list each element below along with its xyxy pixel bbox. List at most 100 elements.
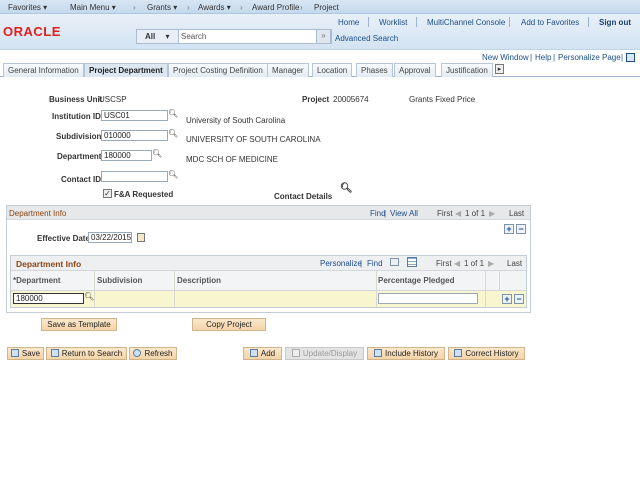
save-button[interactable]: Save [7, 347, 44, 360]
grid-icon[interactable] [626, 53, 635, 62]
search-go-button[interactable]: » [316, 29, 331, 44]
crumb-awards[interactable]: Awards ▾ [198, 3, 231, 12]
include-history-icon [374, 349, 383, 357]
view-in-window-icon[interactable] [390, 258, 399, 266]
section-header: Department Info Find | View All First ◀ … [7, 206, 530, 220]
lookup-icon[interactable]: 🔍︎ [152, 149, 162, 158]
copy-project-button[interactable]: Copy Project [192, 318, 266, 331]
divider [94, 291, 95, 307]
correct-label: Correct History [465, 349, 519, 358]
lookup-icon[interactable]: 🔍︎ [168, 129, 178, 138]
sign-out-link[interactable]: Sign out [599, 18, 631, 27]
save-as-template-button[interactable]: Save as Template [41, 318, 117, 331]
row-pledged-input[interactable] [378, 293, 478, 304]
help-link[interactable]: Help [535, 53, 551, 62]
include-label: Include History [385, 349, 438, 358]
find-link[interactable]: Find [367, 259, 383, 268]
update-display-button[interactable]: Update/Display [285, 347, 364, 360]
divider: | [360, 259, 363, 268]
add-favorites-link[interactable]: Add to Favorites [521, 18, 579, 27]
lookup-icon[interactable]: 🔍︎ [168, 109, 178, 118]
refresh-button[interactable]: Refresh [129, 347, 177, 360]
col-description: Description [177, 276, 222, 285]
divider [376, 291, 377, 307]
institution-desc: University of South Carolina [186, 116, 286, 125]
new-window-link[interactable]: New Window [482, 53, 529, 62]
crumb-grants[interactable]: Grants ▾ [147, 3, 177, 12]
crumb-award-profile[interactable]: Award Profile [252, 3, 299, 12]
institution-input[interactable]: USC01 [101, 110, 168, 121]
last-link[interactable]: Last [509, 209, 524, 218]
scope-value: All [145, 32, 156, 41]
worklist-link[interactable]: Worklist [379, 18, 407, 27]
advanced-search-link[interactable]: Advanced Search [335, 34, 398, 43]
add-row-icon[interactable]: + [504, 224, 514, 234]
tab-justification[interactable]: Justification [441, 63, 493, 77]
project-label: Project [302, 95, 330, 104]
add-row-icon[interactable]: + [502, 294, 512, 304]
add-button[interactable]: Add [243, 347, 282, 360]
chevron-down-icon: ▾ [165, 32, 170, 41]
fa-requested-checkbox[interactable]: ✓ [103, 189, 112, 198]
tab-approval[interactable]: Approval [394, 63, 436, 77]
tab-location[interactable]: Location [312, 63, 353, 77]
divider [376, 271, 377, 290]
favorites-menu[interactable]: Favorites ▾ [8, 3, 47, 12]
contact-id-input[interactable] [101, 171, 168, 182]
tab-general-information[interactable]: General Information [3, 63, 84, 77]
refresh-label: Refresh [144, 349, 173, 358]
next-icon[interactable]: ▶ [489, 209, 495, 218]
correct-history-button[interactable]: Correct History [448, 347, 525, 360]
calendar-icon[interactable] [137, 233, 145, 242]
department-grid: Department Info Personalize | Find First… [10, 255, 527, 308]
crumb-sep: › [300, 3, 303, 12]
row-count: 1 of 1 [465, 209, 486, 218]
next-tab-icon[interactable]: ▸ [495, 64, 504, 74]
first-link[interactable]: First [437, 209, 453, 218]
divider: | [621, 53, 624, 62]
prev-icon[interactable]: ◀ [454, 259, 460, 268]
divider [499, 271, 500, 290]
tab-phases[interactable]: Phases [356, 63, 393, 77]
save-label: Save [21, 349, 41, 358]
download-spreadsheet-icon[interactable] [407, 257, 417, 267]
multichannel-link[interactable]: MultiChannel Console [427, 18, 505, 27]
lookup-icon[interactable]: 🔍︎ [84, 292, 94, 301]
next-icon[interactable]: ▶ [488, 259, 494, 268]
project-value: 20005674 [333, 95, 369, 104]
search-input[interactable]: Search [181, 32, 206, 41]
return-label: Return to Search [61, 349, 123, 358]
include-history-button[interactable]: Include History [367, 347, 445, 360]
contact-details-search-icon[interactable]: 🔍︎ [340, 183, 353, 194]
tab-project-department[interactable]: Project Department [84, 63, 168, 77]
section-title: Department Info [9, 209, 67, 218]
divider [416, 17, 417, 27]
return-to-search-button[interactable]: Return to Search [46, 347, 127, 360]
business-unit-label: Business Unit [49, 95, 103, 104]
view-all-link[interactable]: View All [390, 209, 418, 218]
delete-row-icon[interactable]: − [516, 224, 526, 234]
add-icon [249, 349, 258, 357]
personalize-page-link[interactable]: Personalize Page [558, 53, 621, 62]
search-box: All ▾ Search [136, 29, 332, 44]
refresh-icon [133, 349, 142, 357]
lookup-icon[interactable]: 🔍︎ [168, 170, 178, 179]
delete-row-icon[interactable]: − [514, 294, 524, 304]
last-link[interactable]: Last [507, 259, 522, 268]
divider [509, 17, 510, 27]
save-icon [10, 349, 19, 357]
prev-icon[interactable]: ◀ [455, 209, 461, 218]
row-department-input[interactable]: 180000 [13, 293, 84, 304]
effective-date-input[interactable]: 03/22/2015 [88, 232, 132, 243]
tab-project-costing-definition[interactable]: Project Costing Definition [168, 63, 268, 77]
first-link[interactable]: First [436, 259, 452, 268]
tab-manager[interactable]: Manager [267, 63, 309, 77]
department-input[interactable]: 180000 [101, 150, 152, 161]
col-percentage-pledged: Percentage Pledged [378, 276, 455, 285]
personalize-link[interactable]: Personalize [320, 259, 362, 268]
main-menu[interactable]: Main Menu ▾ [70, 3, 116, 12]
subdivision-input[interactable]: 010000 [101, 130, 168, 141]
row-count: 1 of 1 [464, 259, 485, 268]
search-scope-select[interactable]: All ▾ [137, 30, 179, 43]
home-link[interactable]: Home [338, 18, 359, 27]
